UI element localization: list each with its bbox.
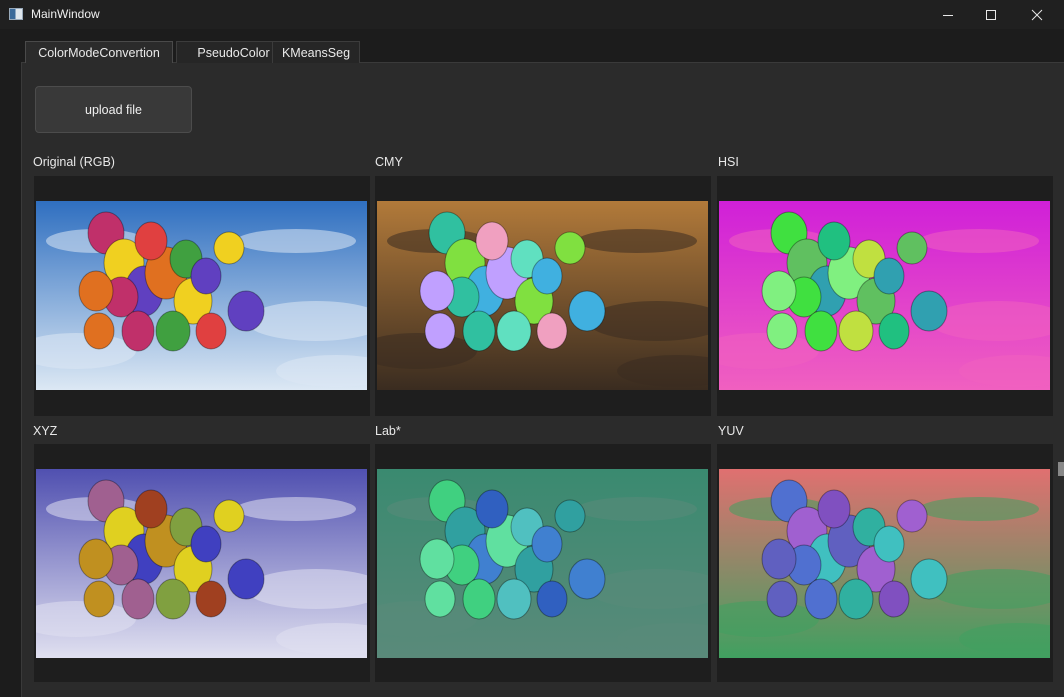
image-label-yuv: YUV [718,424,744,438]
close-button[interactable] [1014,0,1060,29]
image-xyz [36,469,367,658]
image-frame-lab [375,444,711,682]
image-yuv [719,469,1050,658]
image-label-xyz: XYZ [33,424,58,438]
maximize-button[interactable] [968,0,1014,29]
window-title: MainWindow [31,7,100,21]
image-original [36,201,367,390]
close-icon [1031,9,1043,20]
image-frame-original [34,176,370,416]
image-lab [377,469,708,658]
image-label-hsi: HSI [718,155,739,169]
upload-file-button[interactable]: upload file [35,86,192,133]
image-frame-hsi [717,176,1053,416]
image-hsi [719,201,1050,390]
scrollbar-edge[interactable] [1058,462,1064,476]
tab-colormodeconvertion[interactable]: ColorModeConvertion [25,41,173,63]
image-frame-cmy [375,176,711,416]
title-bar: MainWindow [0,0,1064,29]
app-window-icon [9,8,23,20]
image-label-lab: Lab* [375,424,401,438]
image-label-cmy: CMY [375,155,403,169]
image-cmy [377,201,708,390]
image-frame-yuv [717,444,1053,682]
tab-kmeansseg[interactable]: KMeansSeg [272,41,360,63]
minimize-icon [943,14,953,16]
image-frame-xyz [34,444,370,682]
minimize-button[interactable] [925,0,971,29]
maximize-icon [986,9,996,20]
image-label-original: Original (RGB) [33,155,115,169]
